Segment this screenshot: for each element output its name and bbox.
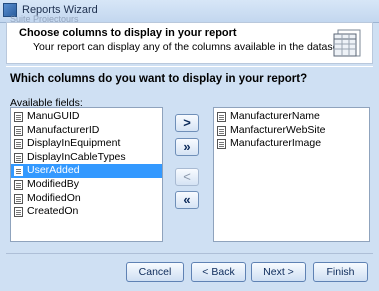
selected-fields-list[interactable]: ManufacturerName ManfacturerWebSite Manufa… [213,107,370,242]
field-icon [14,152,23,163]
table-columns-icon [333,29,361,57]
add-field-button[interactable]: > [175,114,199,132]
list-item-label: DisplayInEquipment [27,137,121,150]
list-item[interactable]: ModifiedOn [11,192,162,206]
list-item[interactable]: CreatedOn [11,205,162,219]
field-icon [14,139,23,150]
next-button[interactable]: Next > [251,262,306,282]
list-item[interactable]: ManufacturerID [11,124,162,138]
remove-all-fields-button[interactable]: « [175,191,199,209]
field-icon [14,125,23,136]
list-item[interactable]: ManfacturerWebSite [214,124,369,138]
field-icon [14,179,23,190]
list-item-label: ManfacturerWebSite [230,123,326,136]
list-item-label: ModifiedBy [27,177,79,190]
list-item[interactable]: DisplayInEquipment [11,137,162,151]
list-item-label: ManuGUID [27,110,80,122]
list-item[interactable]: ManuGUID [11,110,162,124]
list-item[interactable]: ManufacturerImage [214,137,369,151]
field-icon [217,125,226,136]
list-item-label: DisplayInCableTypes [27,150,126,163]
columns-question: Which columns do you want to display in … [10,73,308,85]
field-icon [14,193,23,204]
list-item[interactable]: ManufacturerName [214,110,369,124]
field-icon [217,112,226,122]
list-item-label: ManufacturerID [27,123,100,136]
field-icon [217,139,226,150]
window-titlebar: Reports Wizard Suite Projectours [0,0,379,24]
list-item[interactable]: ModifiedBy [11,178,162,192]
list-item-label: ModifiedOn [27,191,81,204]
remove-field-button[interactable]: < [175,168,199,186]
back-button[interactable]: < Back [191,262,246,282]
finish-button[interactable]: Finish [313,262,368,282]
footer-separator [6,253,373,254]
cancel-button[interactable]: Cancel [126,262,184,282]
list-item-label: ManufacturerImage [230,137,322,150]
header-separator [6,66,373,67]
field-icon [14,207,23,218]
list-item[interactable]: DisplayInCableTypes [11,151,162,165]
wizard-header: Choose columns to display in your report… [6,22,373,64]
list-item-label: ManufacturerName [230,110,320,122]
header-subtitle: Your report can display any of the colum… [33,41,345,53]
available-fields-list[interactable]: ManuGUID ManufacturerID DisplayInEquipment… [10,107,163,242]
add-all-fields-button[interactable]: » [175,138,199,156]
header-title: Choose columns to display in your report [19,27,237,39]
list-item-label: CreatedOn [27,205,79,218]
list-item[interactable]: UserAdded [11,164,162,178]
list-item-label: UserAdded [27,164,80,177]
field-icon [14,166,23,177]
field-icon [14,112,23,122]
